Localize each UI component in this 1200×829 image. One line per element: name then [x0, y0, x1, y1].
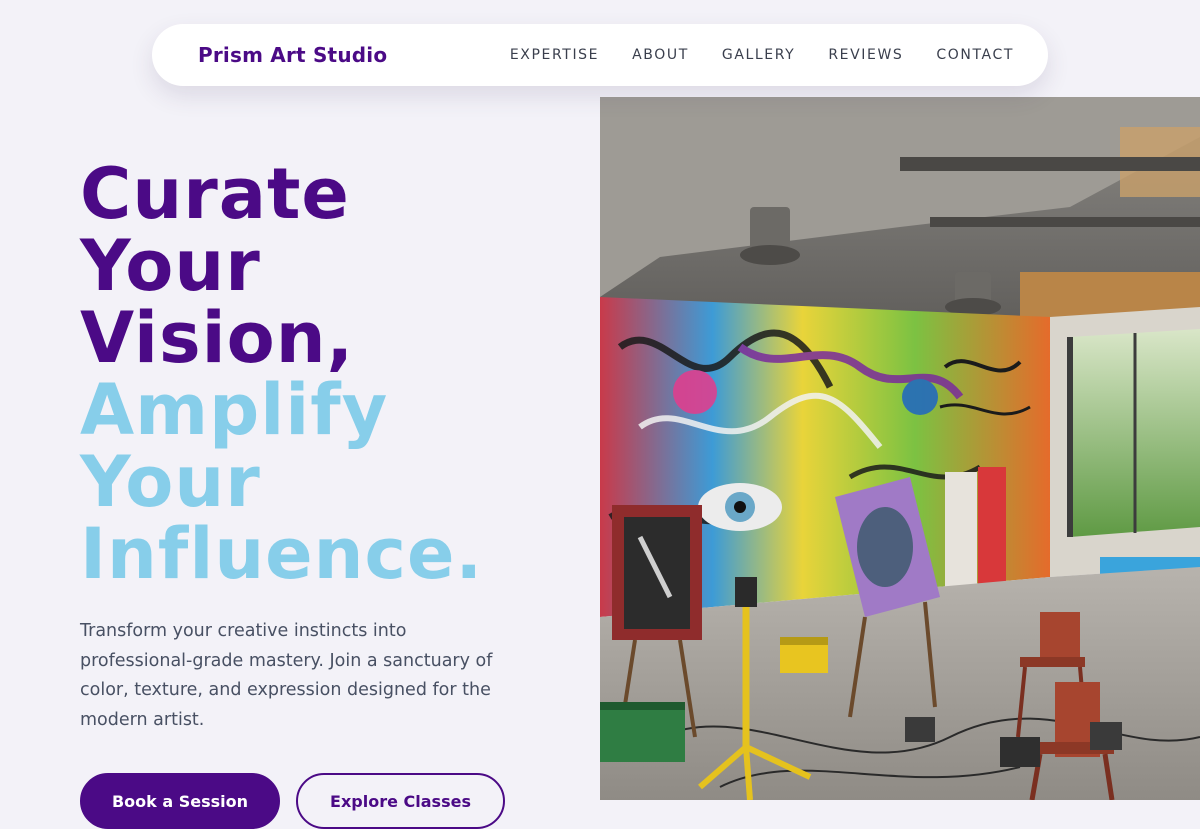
hero-studio-image: [600, 97, 1200, 800]
hero-description: Transform your creative instincts into p…: [80, 621, 493, 730]
book-session-button[interactable]: Book a Session: [80, 773, 280, 829]
headline-line: Your: [80, 225, 261, 307]
explore-classes-button[interactable]: Explore Classes: [296, 773, 505, 829]
nav-links: EXPERTISE ABOUT GALLERY REVIEWS CONTACT: [510, 47, 1014, 63]
headline-line: Curate: [80, 153, 350, 235]
nav-link-reviews[interactable]: REVIEWS: [828, 47, 903, 63]
hero-headline: Curate Your Vision, Amplify Your Influen…: [80, 158, 483, 590]
nav-link-expertise[interactable]: EXPERTISE: [510, 47, 599, 63]
top-navigation: Prism Art Studio EXPERTISE ABOUT GALLERY…: [152, 24, 1048, 86]
headline-line-accent: Amplify: [80, 369, 389, 451]
headline-line-accent: Influence.: [80, 513, 484, 595]
nav-link-gallery[interactable]: GALLERY: [722, 47, 795, 63]
brand-logo[interactable]: Prism Art Studio: [198, 43, 387, 67]
headline-line-accent: Your: [80, 441, 261, 523]
headline-line: Vision,: [80, 297, 355, 379]
nav-link-about[interactable]: ABOUT: [632, 47, 689, 63]
nav-link-contact[interactable]: CONTACT: [936, 47, 1014, 63]
